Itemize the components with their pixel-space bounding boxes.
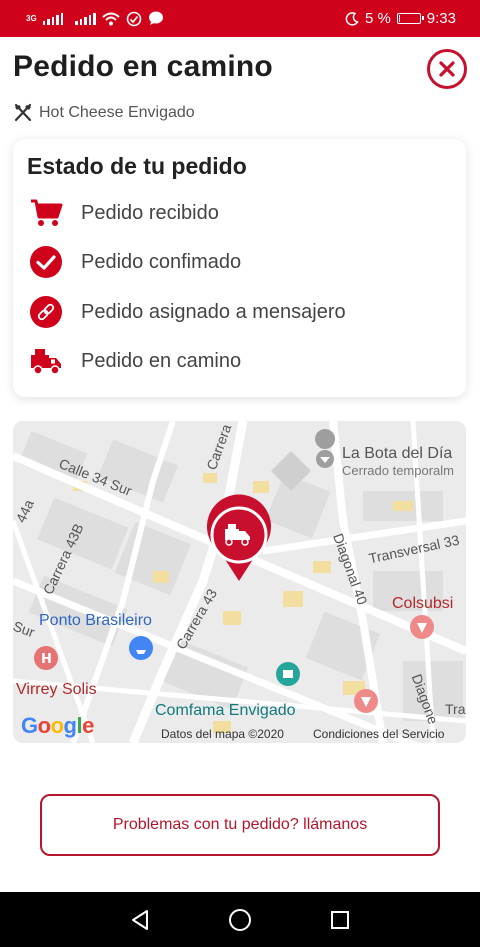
map-place-label: Virrey Solis [16,681,97,698]
map-place-label: La Bota del Día [342,445,453,462]
step-label: Pedido confimado [81,250,242,273]
step-on-the-way: Pedido en camino [29,344,241,378]
page-title: Pedido en camino [13,50,273,83]
recents-square-icon [331,910,349,929]
map-street-label: Tra [445,701,466,717]
moon-icon [345,11,359,26]
battery-fill [398,15,400,22]
delivery-truck-icon [29,344,63,378]
svg-text:H: H [41,652,52,667]
status-bar-right: 5 % 9:33 [345,10,456,27]
map-data-credit: Datos del mapa ©2020 [161,727,284,741]
google-logo[interactable]: Google [21,713,94,739]
wifi-icon [102,12,120,25]
map-place-status: Cerrado temporalm [342,463,454,478]
restaurant-name: Hot Cheese Envigado [39,104,195,121]
battery-percent: 5 % [364,10,391,27]
battery-icon [396,13,424,24]
restaurant-info: Hot Cheese Envigado [13,103,195,123]
call-support-button[interactable]: Problemas con tu pedido? llámanos [40,794,440,856]
navigation-bar [0,892,480,947]
step-label: Pedido en camino [81,349,242,372]
cart-icon [29,196,63,230]
map-place-label: Comfama Envigado [155,702,296,719]
map[interactable]: H Carrera Calle 34 Sur Carrera 43B 44a L… [13,421,466,743]
step-confirmed: Pedido confimado [29,245,241,279]
home-circle-icon [229,908,251,931]
close-icon [439,61,455,77]
status-bar: 3G 5 % 9:33 [0,0,480,37]
network-type-label: 3G [26,13,37,23]
map-place-label: Colsubsi [392,595,454,612]
chat-icon [148,11,163,25]
utensils-icon [14,103,32,122]
home-button[interactable] [220,900,260,940]
step-assigned: Pedido asignado a mensajero [29,295,346,329]
step-label: Pedido recibido [81,201,219,224]
map-terms-link[interactable]: Condiciones del Servicio [313,727,444,741]
order-status-card: Estado de tu pedido Pedido recibido Pedi… [13,139,466,397]
status-bar-left: 3G [26,11,164,27]
step-label: Pedido asignado a mensajero [81,300,346,323]
dnd-icon [126,11,141,26]
clock: 9:33 [426,10,456,27]
map-place-label: Ponto Brasileiro [39,612,152,629]
back-triangle-icon [132,909,148,930]
back-button[interactable] [120,900,160,940]
close-button[interactable] [427,49,467,89]
step-received: Pedido recibido [29,196,219,230]
order-status-title: Estado de tu pedido [27,153,247,179]
signal-icon [42,12,64,25]
signal-icon-2 [75,12,96,25]
recents-button[interactable] [320,900,360,940]
check-circle-icon [29,245,63,279]
link-icon [29,295,63,329]
